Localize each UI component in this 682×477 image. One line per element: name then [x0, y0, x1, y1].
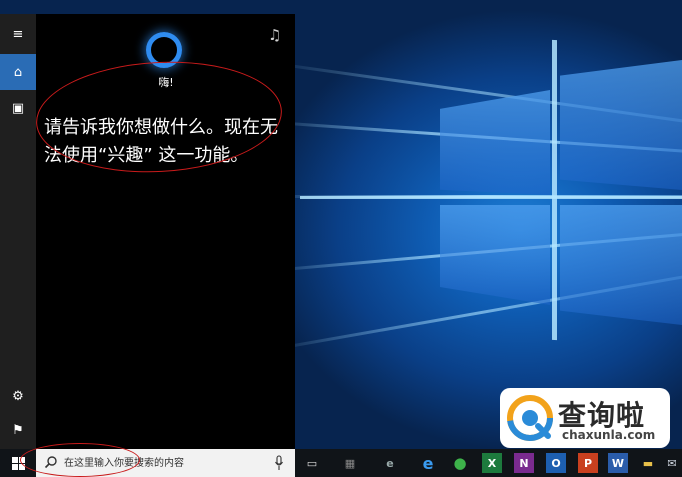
green-app-icon[interactable]: ● — [450, 453, 470, 473]
onenote-icon[interactable]: N — [514, 453, 534, 473]
microphone-icon[interactable] — [274, 455, 284, 471]
store-icon[interactable]: ▦ — [340, 453, 360, 473]
explorer-icon[interactable]: ▬ — [638, 453, 658, 473]
taskbar: ▭ ▦ e e ● X N O P W ▬ ✉ — [0, 443, 682, 477]
cortana-panel: 嗨! 请告诉我你想做什么。现在无法使用“兴趣” 这一功能。 ♫ — [33, 14, 295, 449]
chaxunla-logo-icon — [507, 395, 553, 441]
home-icon[interactable]: ⌂ — [0, 54, 36, 90]
task-view-icon[interactable]: ▭ — [302, 453, 322, 473]
hamburger-menu-icon[interactable]: ≡ — [0, 16, 36, 52]
watermark-badge: 查询啦 chaxunla.com — [500, 388, 670, 448]
window-pane — [440, 205, 550, 305]
settings-icon[interactable]: ⚙ — [0, 378, 36, 414]
edge-icon[interactable]: e — [418, 453, 438, 473]
music-note-icon[interactable]: ♫ — [268, 26, 281, 44]
window-frame — [300, 196, 682, 199]
watermark-url: chaxunla.com — [562, 428, 656, 442]
ie-icon[interactable]: e — [380, 453, 400, 473]
window-pane — [440, 90, 550, 195]
window-pane — [560, 60, 682, 190]
annotation-circle — [20, 443, 140, 477]
word-icon[interactable]: W — [608, 453, 628, 473]
excel-icon[interactable]: X — [482, 453, 502, 473]
notebook-icon[interactable]: ▣ — [0, 90, 36, 126]
feedback-icon[interactable]: ⚑ — [0, 412, 36, 448]
window-pane — [560, 205, 682, 325]
powerpoint-icon[interactable]: P — [578, 453, 598, 473]
cortana-nav-rail: ≡ ⌂ ▣ ⚙ ⚑ — [0, 14, 36, 449]
window-frame — [552, 39, 557, 341]
mail-icon[interactable]: ✉ — [662, 453, 682, 473]
outlook-icon[interactable]: O — [546, 453, 566, 473]
